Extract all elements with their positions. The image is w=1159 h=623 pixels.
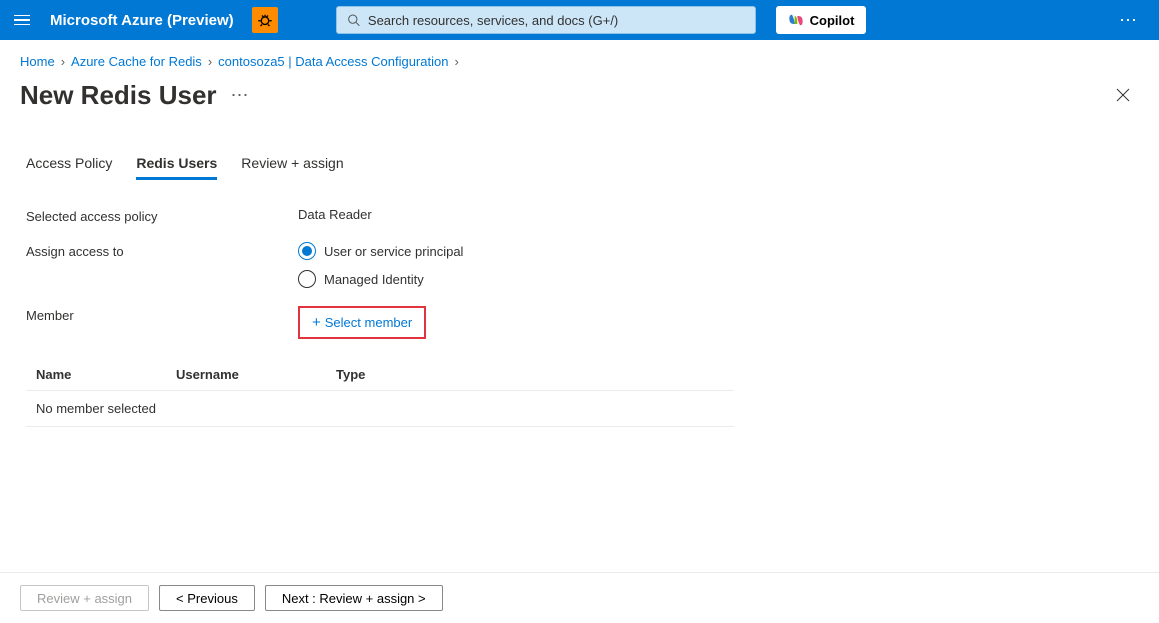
review-assign-button: Review + assign: [20, 585, 149, 611]
radio-icon: [298, 242, 316, 260]
tab-access-policy[interactable]: Access Policy: [26, 155, 112, 179]
selected-policy-label: Selected access policy: [26, 207, 298, 224]
title-row: New Redis User ⋯: [0, 77, 1159, 119]
radio-user-principal[interactable]: User or service principal: [298, 242, 463, 260]
more-icon[interactable]: ⋯: [231, 86, 251, 104]
radio-managed-identity[interactable]: Managed Identity: [298, 270, 463, 288]
copilot-button[interactable]: Copilot: [776, 6, 867, 34]
tab-review-assign[interactable]: Review + assign: [241, 155, 343, 179]
table-header: Name Username Type: [26, 359, 734, 391]
breadcrumb-cache[interactable]: Azure Cache for Redis: [71, 54, 202, 69]
form-area: Selected access policy Data Reader Assig…: [0, 179, 760, 427]
chevron-right-icon: ›: [208, 54, 212, 69]
previous-button[interactable]: < Previous: [159, 585, 255, 611]
table-row: No member selected: [26, 391, 734, 427]
empty-message: No member selected: [26, 401, 156, 416]
column-name: Name: [26, 367, 176, 382]
brand-title: Microsoft Azure (Preview): [50, 12, 234, 29]
radio-managed-identity-label: Managed Identity: [324, 272, 424, 287]
select-member-highlight: + Select member: [298, 306, 426, 339]
radio-user-principal-label: User or service principal: [324, 244, 463, 259]
more-icon[interactable]: ⋯: [1111, 10, 1147, 31]
column-username: Username: [176, 367, 336, 382]
members-table: Name Username Type No member selected: [26, 359, 734, 427]
next-button[interactable]: Next : Review + assign >: [265, 585, 443, 611]
copilot-icon: [788, 12, 804, 28]
radio-icon: [298, 270, 316, 288]
breadcrumb-home[interactable]: Home: [20, 54, 55, 69]
search-box[interactable]: [336, 6, 756, 34]
plus-icon: +: [312, 314, 321, 331]
bug-icon[interactable]: [252, 7, 278, 33]
chevron-right-icon: ›: [61, 54, 65, 69]
breadcrumb: Home › Azure Cache for Redis › contosoza…: [0, 40, 1159, 77]
search-icon: [347, 13, 360, 27]
chevron-right-icon: ›: [454, 54, 458, 69]
breadcrumb-resource[interactable]: contosoza5 | Data Access Configuration: [218, 54, 448, 69]
footer-bar: Review + assign < Previous Next : Review…: [0, 572, 1159, 623]
tab-redis-users[interactable]: Redis Users: [136, 155, 217, 179]
search-input[interactable]: [368, 13, 745, 28]
assign-access-label: Assign access to: [26, 242, 298, 259]
menu-icon[interactable]: [12, 10, 32, 30]
close-button[interactable]: [1107, 79, 1139, 111]
copilot-label: Copilot: [810, 13, 855, 28]
selected-policy-value: Data Reader: [298, 207, 372, 222]
tabs: Access Policy Redis Users Review + assig…: [0, 119, 760, 179]
member-label: Member: [26, 306, 298, 323]
page-title: New Redis User: [20, 80, 217, 111]
select-member-label: Select member: [325, 315, 412, 330]
column-type: Type: [336, 367, 734, 382]
select-member-button[interactable]: + Select member: [304, 310, 420, 335]
top-bar: Microsoft Azure (Preview) Copilot ⋯: [0, 0, 1159, 40]
